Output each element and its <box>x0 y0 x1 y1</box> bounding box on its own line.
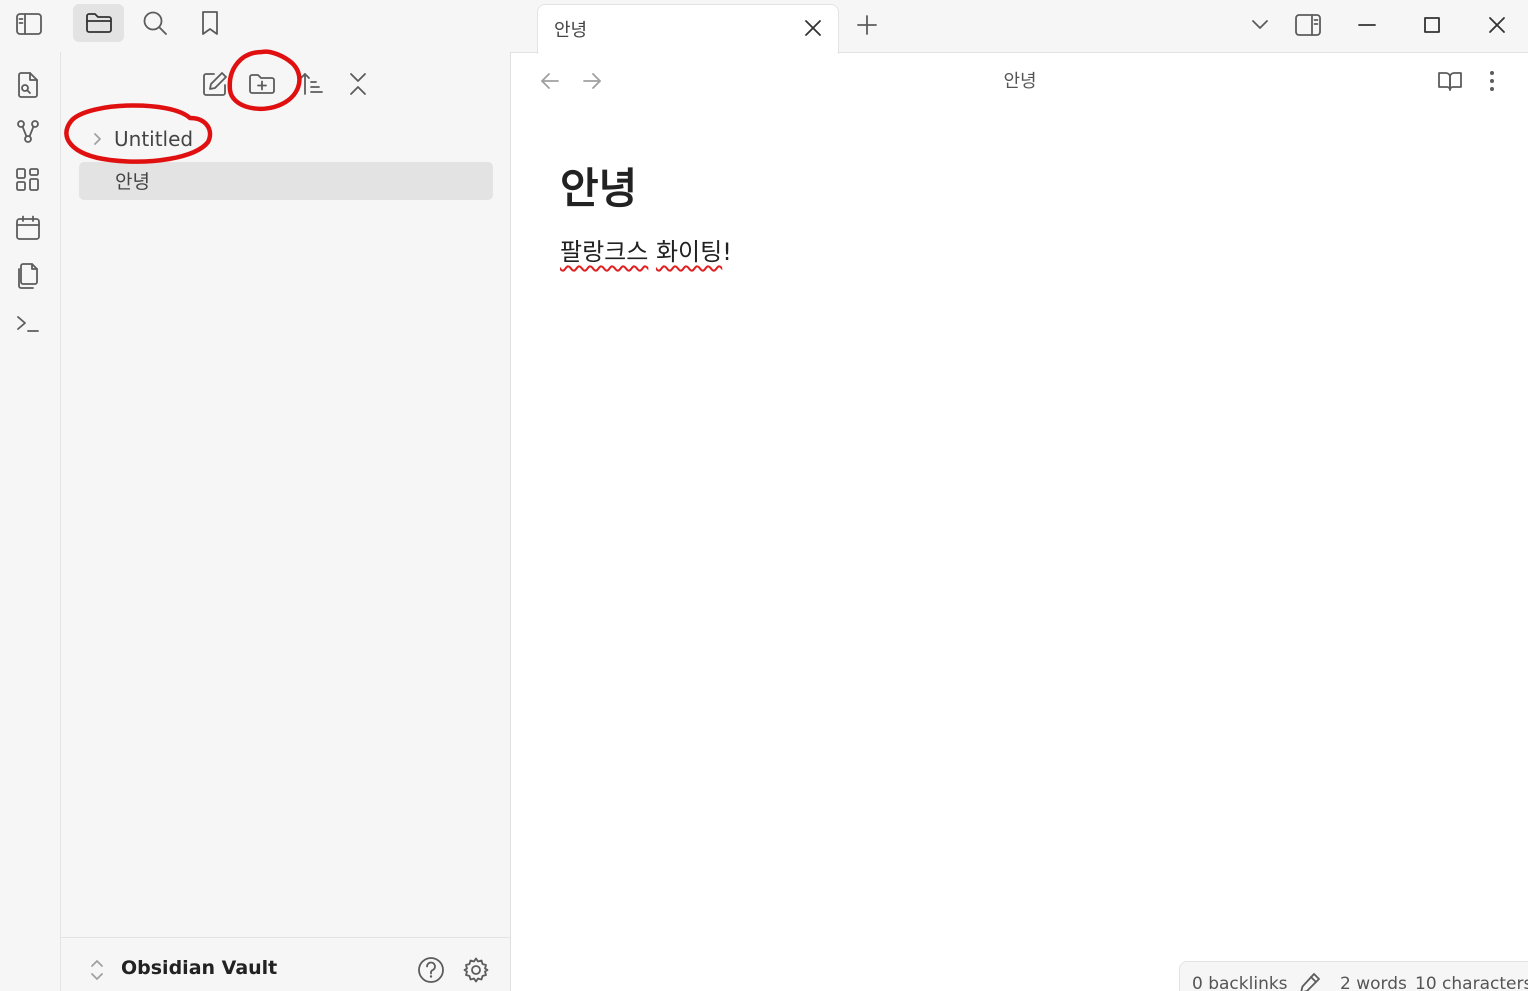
toggle-right-sidebar-icon[interactable] <box>1290 8 1326 42</box>
bookmark-icon[interactable] <box>191 4 229 42</box>
canvas-icon[interactable] <box>9 161 47 199</box>
new-note-icon[interactable] <box>197 66 233 102</box>
collapse-all-icon[interactable] <box>340 66 376 102</box>
backlinks-count[interactable]: 0 backlinks <box>1192 974 1288 991</box>
chevron-right-icon <box>92 131 104 147</box>
graph-view-icon[interactable] <box>9 113 47 151</box>
misspelled-word[interactable]: 화이팅 <box>656 238 722 266</box>
back-arrow-icon[interactable] <box>535 66 565 96</box>
close-tab-icon[interactable] <box>804 19 822 37</box>
help-icon[interactable] <box>414 953 448 987</box>
tree-file-item[interactable]: 안녕 <box>79 162 493 200</box>
note-title-breadcrumb[interactable]: 안녕 <box>960 67 1080 93</box>
command-palette-icon[interactable] <box>9 305 47 343</box>
forward-arrow-icon[interactable] <box>577 66 607 96</box>
note-heading[interactable]: 안녕 <box>560 155 637 216</box>
sort-icon[interactable] <box>293 66 329 102</box>
reading-view-book-icon[interactable] <box>1433 64 1467 98</box>
close-window-icon[interactable] <box>1480 8 1514 42</box>
search-icon[interactable] <box>136 4 174 42</box>
tree-folder-label: Untitled <box>114 127 194 151</box>
open-quick-switcher-icon[interactable] <box>9 66 47 104</box>
note-paragraph[interactable]: 팔랑크스 화이팅! <box>560 232 732 267</box>
minimize-window-icon[interactable] <box>1350 8 1384 42</box>
tree-file-label: 안녕 <box>115 171 150 193</box>
vault-name[interactable]: Obsidian Vault <box>121 957 277 979</box>
character-count: 10 characters <box>1415 974 1528 991</box>
tab-title: 안녕 <box>554 20 588 41</box>
vault-switcher-icon[interactable] <box>84 956 110 984</box>
exclamation: ! <box>722 238 732 266</box>
more-options-icon[interactable] <box>1478 64 1506 98</box>
maximize-window-icon[interactable] <box>1415 8 1449 42</box>
status-bar: 0 backlinks 2 words 10 characters <box>1179 961 1528 991</box>
calendar-icon[interactable] <box>9 209 47 247</box>
toggle-left-sidebar-icon[interactable] <box>10 6 48 42</box>
edit-mode-pencil-icon[interactable] <box>1298 971 1322 991</box>
tab-list-dropdown-icon[interactable] <box>1243 8 1277 42</box>
misspelled-word[interactable]: 팔랑크스 <box>560 238 648 266</box>
templates-icon[interactable] <box>9 257 47 295</box>
files-view-icon[interactable] <box>73 4 124 42</box>
tree-folder-untitled[interactable]: Untitled <box>92 127 193 151</box>
settings-gear-icon[interactable] <box>459 953 493 987</box>
new-tab-icon[interactable] <box>850 8 884 42</box>
word-count: 2 words <box>1340 974 1407 991</box>
new-folder-icon[interactable] <box>244 66 280 102</box>
tab-active[interactable]: 안녕 <box>537 4 839 54</box>
